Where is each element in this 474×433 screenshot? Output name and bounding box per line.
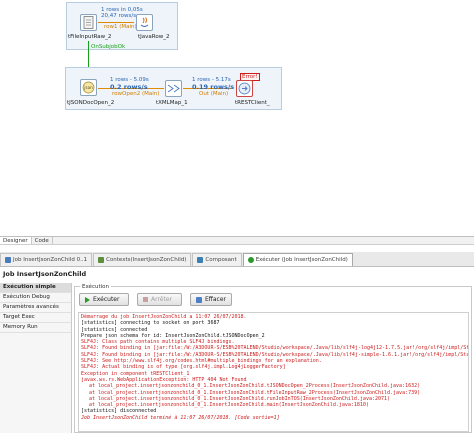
flow2-rate: 0.19 rows/s bbox=[192, 83, 235, 91]
designer-canvas[interactable]: tFileInputRaw_2 1 rows in 0,05s 20,47 ro… bbox=[0, 0, 474, 236]
tab-advanced-settings[interactable]: Paramètres avancés bbox=[0, 303, 71, 313]
stop-icon bbox=[143, 297, 148, 302]
clear-button[interactable]: Effacer bbox=[190, 293, 232, 306]
rest-client-icon bbox=[238, 82, 251, 95]
tab-contexts-label: Contexts(InsertJsonZonChild) bbox=[106, 257, 187, 263]
top-flow-name: row1 (Main) bbox=[104, 24, 137, 30]
svg-text:json: json bbox=[83, 85, 93, 90]
console-line: at local_project.insertjsonzonchild_0_1.… bbox=[89, 383, 421, 390]
execution-area: Exécution Exécuter Arrêter Effacer Démar… bbox=[74, 283, 472, 433]
tab-job-info[interactable]: Job InsertJsonZonChild 0..1 bbox=[0, 253, 93, 266]
execution-group: Exécution Exécuter Arrêter Effacer Démar… bbox=[74, 284, 472, 433]
json-icon: json bbox=[82, 81, 95, 94]
tab-run[interactable]: Exécuter (Job InsertJsonZonChild) bbox=[242, 253, 353, 266]
xml-map-label: tXMLMap_1 bbox=[156, 100, 188, 106]
file-input-raw-component[interactable] bbox=[80, 14, 97, 31]
play-icon bbox=[85, 296, 90, 303]
xml-map-component[interactable] bbox=[165, 80, 182, 97]
tab-contexts[interactable]: Contexts(InsertJsonZonChild) bbox=[93, 253, 192, 266]
job-icon bbox=[5, 257, 11, 263]
tab-component[interactable]: Composant bbox=[192, 253, 242, 266]
console-line: Job InsertJsonZonChild terminé à 11:07 2… bbox=[81, 414, 280, 421]
onsubjobok-label: OnSubjobOk bbox=[91, 44, 126, 50]
json-doc-open-component[interactable]: json bbox=[80, 79, 97, 96]
file-input-raw-label: tFileInputRaw_2 bbox=[68, 34, 112, 40]
java-row-component[interactable] bbox=[136, 14, 153, 31]
map-arrows-icon bbox=[167, 84, 180, 93]
execution-toolbar: Exécuter Arrêter Effacer bbox=[79, 293, 232, 309]
tab-job-info-label: Job InsertJsonZonChild 0..1 bbox=[13, 257, 88, 263]
tab-debug-run[interactable]: Exécution Debug bbox=[0, 293, 71, 303]
designer-code-tabs: Designer Code bbox=[0, 236, 474, 245]
flow2-name: Out (Main) bbox=[199, 91, 229, 97]
tab-designer[interactable]: Designer bbox=[0, 237, 32, 244]
run-mode-tabs: Exécution simple Exécution Debug Paramèt… bbox=[0, 283, 72, 433]
flow1-name: rowOpen2 (Main) bbox=[112, 91, 160, 97]
console-output[interactable]: Démarrage du job InsertJsonZonChild a 11… bbox=[78, 312, 469, 432]
tab-memory-run[interactable]: Memory Run bbox=[0, 323, 71, 333]
kill-button-label: Arrêter bbox=[151, 296, 173, 303]
clear-icon bbox=[196, 296, 202, 303]
bottom-panel-tabs: Job InsertJsonZonChild 0..1 Contexts(Ins… bbox=[0, 252, 474, 267]
tab-run-label: Exécuter (Job InsertJsonZonChild) bbox=[255, 257, 348, 263]
flow1-rate: 0.2 rows/s bbox=[110, 83, 148, 91]
tab-basic-run[interactable]: Exécution simple bbox=[0, 283, 71, 293]
run-icon bbox=[247, 257, 254, 263]
clear-button-label: Effacer bbox=[204, 296, 226, 303]
json-doc-open-label: tJSONDocOpen_2 bbox=[67, 100, 115, 106]
rest-client-component[interactable] bbox=[236, 80, 253, 97]
file-icon bbox=[83, 16, 94, 29]
execution-legend: Exécution bbox=[80, 284, 111, 290]
kill-button[interactable]: Arrêter bbox=[137, 293, 182, 306]
run-button[interactable]: Exécuter bbox=[79, 293, 129, 306]
job-title: Job InsertJsonZonChild bbox=[0, 267, 474, 281]
top-flow-rate: 20,47 rows/s bbox=[101, 13, 137, 19]
tab-code[interactable]: Code bbox=[32, 237, 53, 244]
console-line: SLF4J: Found binding in [jar:file:/W:/A3… bbox=[81, 345, 468, 352]
run-button-label: Exécuter bbox=[93, 296, 120, 303]
java-icon bbox=[140, 17, 149, 27]
tab-component-label: Composant bbox=[205, 257, 237, 263]
top-flow-connector[interactable] bbox=[98, 22, 134, 23]
component-icon bbox=[197, 257, 204, 263]
rest-client-label: tRESTClient_ bbox=[235, 100, 270, 106]
java-row-label: tJavaRow_2 bbox=[138, 34, 170, 40]
console-line: at local_project.insertjsonzonchild_0_1.… bbox=[89, 389, 421, 396]
tab-target-exec[interactable]: Target Exec bbox=[0, 313, 71, 323]
panel-separator bbox=[0, 245, 474, 252]
contexts-icon bbox=[98, 257, 105, 263]
